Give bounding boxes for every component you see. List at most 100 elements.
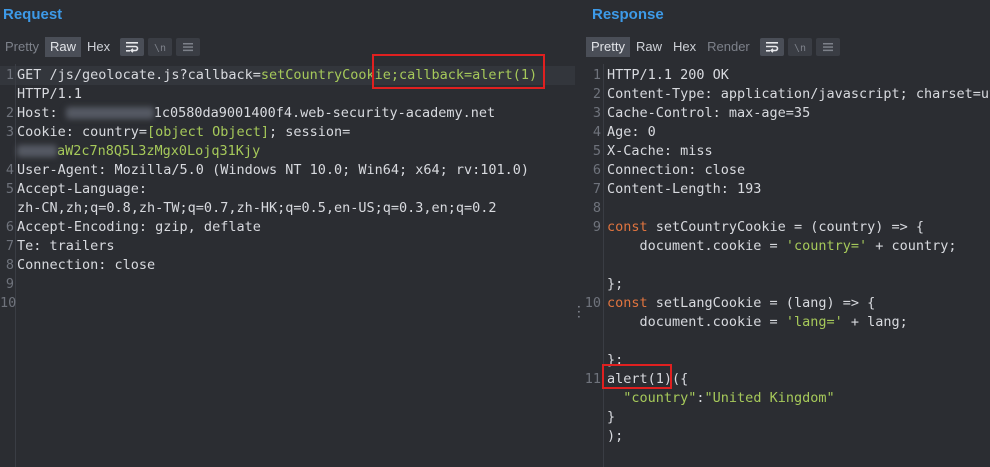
newline-icon: \n: [794, 43, 806, 53]
code-line: const setCountryCookie = (country) => {: [607, 218, 924, 237]
session-value-line: aW2c7n8Q5L3zMgx0Lojq31Kjy: [17, 142, 260, 161]
line-number: 10: [0, 295, 17, 311]
http-version: HTTP/1.1: [17, 86, 83, 102]
line-number: 8: [5, 257, 14, 273]
cookie-header: Cookie: country=[object Object]; session…: [17, 123, 350, 142]
line-number: 4: [5, 162, 14, 178]
host-key: Host:: [17, 105, 66, 121]
wrap-lines-button[interactable]: [759, 38, 784, 56]
cookie-rest: ; session=: [268, 124, 351, 140]
code-text: + lang;: [842, 314, 908, 330]
code-line: document.cookie = 'country=' + country;: [607, 237, 957, 256]
user-agent-header: User-Agent: Mozilla/5.0 (Windows NT 10.0…: [17, 162, 530, 178]
line-number: 5: [5, 181, 14, 197]
line-number: 4: [592, 124, 601, 140]
request-pane: Request Pretty Raw Hex \n 1 2 3 4 5 6 7 …: [0, 0, 575, 467]
string-literal: 'lang=': [785, 314, 843, 330]
line-number: 9: [5, 276, 14, 292]
code-line: );: [607, 428, 624, 444]
code-line: const setLangCookie = (lang) => {: [607, 294, 875, 313]
session-value: aW2c7n8Q5L3zMgx0Lojq31Kjy: [57, 143, 261, 159]
keyword: const: [607, 219, 648, 235]
line-number: 11: [584, 371, 601, 387]
line-number: 1: [5, 67, 14, 83]
host-value: 1c0580da9001400f4.web-security-academy.n…: [153, 105, 496, 121]
age-header: Age: 0: [607, 124, 656, 140]
cache-control-header: Cache-Control: max-age=35: [607, 105, 811, 121]
gutter-separator: [15, 64, 16, 467]
code-text: + country;: [867, 238, 957, 254]
response-pane: Response Pretty Raw Hex Render \n 1 2 3 …: [583, 0, 990, 467]
line-number: 2: [5, 105, 14, 121]
menu-icon: [822, 43, 833, 52]
tab-raw[interactable]: Raw: [631, 37, 667, 57]
line-number: 6: [592, 162, 601, 178]
line-number: 6: [5, 219, 14, 235]
code-text: ({: [672, 371, 689, 387]
menu-icon: [183, 43, 194, 52]
tab-hex[interactable]: Hex: [668, 37, 701, 57]
tab-pretty[interactable]: Pretty: [586, 37, 630, 57]
line-number: 3: [5, 124, 14, 140]
accept-language-header: Accept-Language:: [17, 181, 148, 197]
svg-text:\n: \n: [794, 43, 806, 53]
request-method-path: GET /js/geolocate.js?callback=: [17, 67, 261, 83]
code-line: }: [607, 409, 616, 425]
json-key: "country": [607, 390, 697, 406]
content-type-header: Content-Type: application/javascript; ch…: [607, 86, 990, 102]
response-toolbar: Pretty Raw Hex Render \n: [586, 37, 840, 57]
line-number: 10: [584, 295, 601, 311]
host-header: Host: 1c0580da9001400f4.web-security-aca…: [17, 104, 495, 123]
code-text: :: [696, 390, 705, 406]
line-number: 1: [592, 67, 601, 83]
tab-render[interactable]: Render: [702, 37, 755, 57]
tab-pretty[interactable]: Pretty: [0, 37, 44, 57]
redacted-text: [17, 145, 57, 157]
drag-handle-icon: · · ·: [577, 300, 581, 324]
keyword: const: [607, 295, 648, 311]
te-header: Te: trailers: [17, 238, 115, 254]
svg-text:\n: \n: [154, 43, 166, 53]
menu-button[interactable]: [815, 38, 840, 56]
request-title: Request: [3, 6, 63, 23]
show-nonprintable-button[interactable]: \n: [148, 38, 173, 56]
line-number: 7: [5, 238, 14, 254]
connection-header: Connection: close: [17, 257, 156, 273]
menu-button[interactable]: [176, 38, 201, 56]
wrap-icon: [126, 42, 139, 53]
highlight-box: [602, 364, 672, 389]
gutter-separator: [603, 64, 604, 467]
code-text: document.cookie =: [607, 238, 786, 254]
request-editor[interactable]: 1 2 3 4 5 6 7 8 9 10 GET /js/geolocate.j…: [0, 54, 575, 467]
redacted-text: [65, 107, 154, 119]
line-number: 8: [592, 200, 601, 216]
connection-header: Connection: close: [607, 162, 746, 178]
line-number: 3: [592, 105, 601, 121]
wrap-lines-button[interactable]: [120, 38, 145, 56]
show-nonprintable-button[interactable]: \n: [787, 38, 812, 56]
cookie-key: Cookie: country=: [17, 124, 148, 140]
tab-hex[interactable]: Hex: [82, 37, 115, 57]
accept-encoding-header: Accept-Encoding: gzip, deflate: [17, 219, 261, 235]
request-toolbar: Pretty Raw Hex \n: [0, 37, 201, 57]
response-editor[interactable]: 1 2 3 4 5 6 7 8 9 10 11 HTTP/1.1 200 OK …: [583, 64, 990, 467]
status-line: HTTP/1.1 200 OK: [607, 67, 729, 83]
code-line: };: [607, 276, 624, 292]
code-text: setCountryCookie = (country) => {: [647, 219, 924, 235]
code-line: "country":"United Kingdom": [607, 389, 834, 408]
newline-icon: \n: [154, 43, 166, 53]
highlight-box: [372, 54, 545, 89]
pane-divider[interactable]: · · ·: [575, 0, 583, 467]
line-number: 5: [592, 143, 601, 159]
code-text: setLangCookie = (lang) => {: [647, 295, 876, 311]
response-title: Response: [592, 6, 664, 23]
tab-raw[interactable]: Raw: [44, 37, 81, 57]
code-text: document.cookie =: [607, 314, 786, 330]
line-number: 7: [592, 181, 601, 197]
line-number: 9: [592, 219, 601, 235]
line-number: 2: [592, 86, 601, 102]
cookie-object: [object Object]: [147, 124, 269, 140]
x-cache-header: X-Cache: miss: [607, 143, 713, 159]
accept-language-value: zh-CN,zh;q=0.8,zh-TW;q=0.7,zh-HK;q=0.5,e…: [17, 200, 497, 216]
content-length-header: Content-Length: 193: [607, 181, 762, 197]
